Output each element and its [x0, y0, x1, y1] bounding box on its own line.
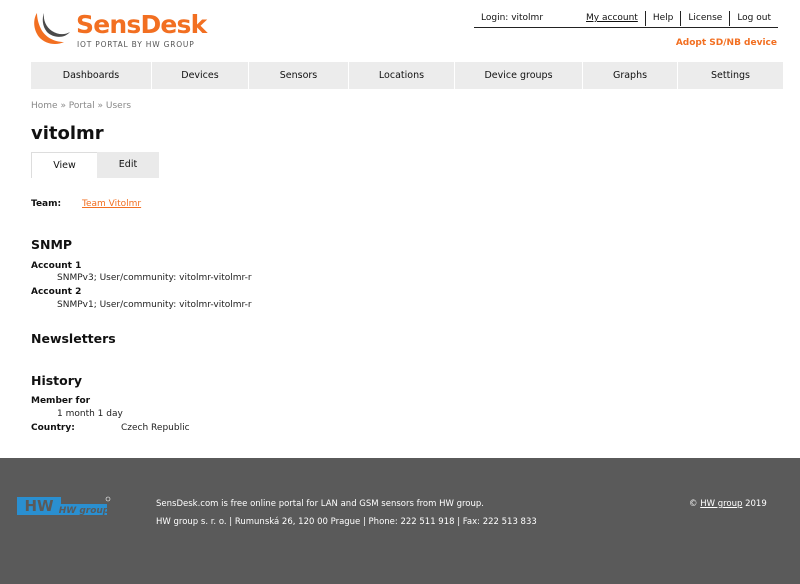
nav-devices[interactable]: Devices: [152, 62, 249, 89]
history-heading: History: [31, 373, 83, 388]
nav-device-groups[interactable]: Device groups: [455, 62, 583, 89]
main-nav: Dashboards Devices Sensors Locations Dev…: [31, 62, 783, 89]
copyright-year: 2019: [745, 499, 767, 509]
member-for-value: 1 month 1 day: [57, 409, 123, 419]
brand-tagline: IOT PORTAL BY HW GROUP: [77, 40, 195, 49]
svg-text:HW: HW: [24, 497, 54, 515]
login-status: Login: vitolmr: [481, 13, 544, 23]
team-label: Team:: [31, 199, 62, 209]
snmp-account-1-value: SNMPv3; User/community: vitolmr-vitolmr-…: [57, 273, 252, 283]
breadcrumb[interactable]: Home » Portal » Users: [31, 101, 131, 111]
country-label: Country:: [31, 423, 75, 433]
footer-contact: HW group s. r. o. | Rumunská 26, 120 00 …: [156, 517, 537, 527]
sensdesk-logo-icon: [34, 13, 70, 45]
hw-logo-text: HW group: [59, 506, 110, 516]
brand-name: SensDesk: [76, 10, 207, 39]
sensdesk-logo[interactable]: SensDesk IOT PORTAL BY HW GROUP: [31, 10, 207, 51]
member-for-label: Member for: [31, 396, 91, 406]
nav-locations[interactable]: Locations: [349, 62, 455, 89]
footer-copyright: © HW group 2019: [689, 499, 767, 509]
footer-description: SensDesk.com is free online portal for L…: [156, 499, 484, 509]
snmp-heading: SNMP: [31, 237, 73, 252]
hw-group-link[interactable]: HW group: [700, 499, 742, 509]
hw-group-logo[interactable]: HW HW group: [17, 494, 111, 518]
hw-group-logo-icon: HW HW group: [17, 496, 111, 516]
nav-sensors[interactable]: Sensors: [249, 62, 349, 89]
tab-edit[interactable]: Edit: [97, 152, 159, 178]
footer: HW HW group SensDesk.com is free online …: [0, 458, 800, 584]
help-link[interactable]: Help: [644, 11, 681, 26]
team-link[interactable]: Team Vitolmr: [82, 199, 141, 209]
snmp-account-2-label: Account 2: [31, 287, 82, 297]
profile-tabs: View Edit: [31, 152, 159, 178]
snmp-account-1-label: Account 1: [31, 261, 82, 271]
nav-dashboards[interactable]: Dashboards: [31, 62, 152, 89]
nav-settings[interactable]: Settings: [678, 62, 783, 89]
copyright-symbol: ©: [689, 499, 698, 509]
nav-graphs[interactable]: Graphs: [583, 62, 678, 89]
license-link[interactable]: License: [680, 11, 729, 26]
user-menu: Login: vitolmr My account Help License L…: [474, 10, 778, 28]
tab-view[interactable]: View: [31, 152, 97, 178]
snmp-account-2-value: SNMPv1; User/community: vitolmr-vitolmr-…: [57, 300, 252, 310]
my-account-link[interactable]: My account: [579, 11, 645, 26]
country-value: Czech Republic: [121, 423, 190, 433]
newsletters-heading: Newsletters: [31, 331, 116, 346]
page-title: vitolmr: [31, 123, 104, 144]
logout-link[interactable]: Log out: [729, 11, 778, 26]
adopt-device-link[interactable]: Adopt SD/NB device: [676, 38, 777, 48]
